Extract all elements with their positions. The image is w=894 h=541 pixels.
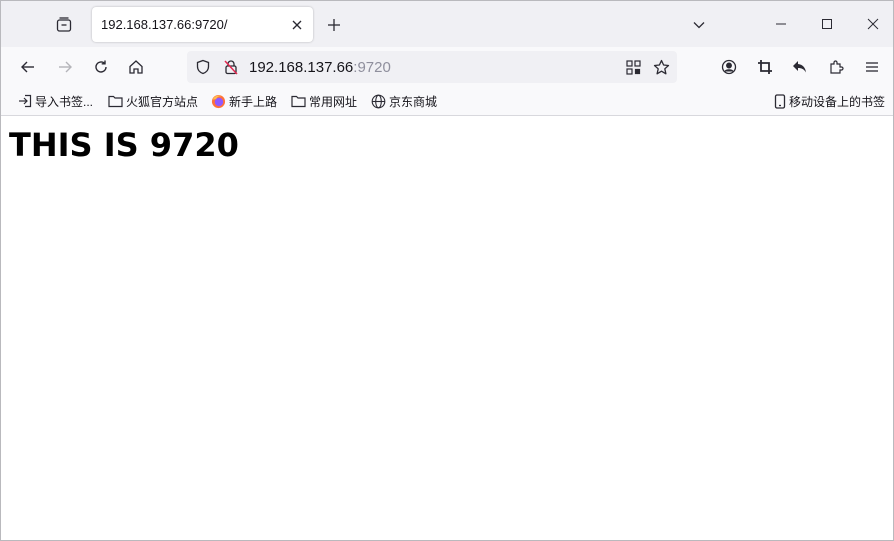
tab-close-button[interactable] (287, 15, 307, 35)
bookmark-folder-firefox-site[interactable]: 火狐官方站点 (108, 92, 198, 110)
undo-close-tab-button[interactable] (789, 56, 811, 78)
puzzle-icon (830, 60, 844, 74)
close-icon (292, 20, 302, 30)
tab-title: 192.168.137.66:9720/ (101, 17, 228, 32)
import-icon (19, 94, 32, 108)
window-close-button[interactable] (856, 9, 890, 39)
account-icon (721, 59, 737, 75)
firefox-icon (211, 94, 226, 108)
url-host: 192.168.137.66 (249, 59, 354, 76)
screenshot-button[interactable] (754, 56, 776, 78)
new-tab-button[interactable] (323, 14, 345, 36)
bookmark-import[interactable]: 导入书签... (18, 92, 93, 110)
browser-window: 192.168.137.66:9720/ 192.168.137.66:9720… (0, 0, 894, 541)
page-heading: THIS IS 9720 (9, 126, 239, 164)
bookmark-label: 火狐官方站点 (126, 94, 199, 109)
close-icon (867, 18, 879, 30)
bookmark-label: 京东商城 (389, 94, 438, 109)
plus-icon (328, 19, 340, 31)
extensions-button[interactable] (826, 56, 848, 78)
site-info-button[interactable] (221, 57, 241, 77)
folder-icon (291, 95, 306, 108)
bookmark-label: 新手上路 (229, 94, 278, 109)
star-icon (653, 59, 669, 74)
list-all-tabs-button[interactable] (688, 14, 710, 36)
qr-code-icon (625, 59, 641, 75)
bookmarks-toolbar: 导入书签... 火狐官方站点 新手上路 常用网址 京东商城 移动设备上的书签 (1, 87, 893, 116)
app-menu-button[interactable] (861, 56, 883, 78)
back-button[interactable] (17, 56, 39, 78)
minimize-icon (776, 23, 786, 25)
chevron-down-icon (693, 22, 705, 29)
hamburger-icon (866, 62, 878, 72)
firefox-view-button[interactable] (53, 14, 75, 36)
shield-icon (196, 59, 210, 75)
folder-icon (108, 95, 123, 108)
arrow-left-icon (21, 61, 34, 73)
maximize-icon (822, 19, 832, 29)
maximize-button[interactable] (810, 9, 844, 39)
mobile-icon (774, 93, 786, 109)
arrow-right-icon (59, 61, 72, 73)
reply-icon (793, 61, 806, 73)
active-tab[interactable]: 192.168.137.66:9720/ (92, 7, 313, 42)
bookmark-star-button[interactable] (651, 57, 671, 77)
minimize-button[interactable] (764, 9, 798, 39)
navigation-toolbar: 192.168.137.66:9720 (1, 47, 893, 87)
bookmark-folder-common-sites[interactable]: 常用网址 (291, 92, 357, 110)
url-text[interactable]: 192.168.137.66:9720 (249, 59, 391, 76)
home-icon (129, 60, 143, 74)
home-button[interactable] (125, 56, 147, 78)
bookmark-label: 常用网址 (309, 94, 358, 109)
url-port: :9720 (353, 59, 391, 76)
forward-button[interactable] (54, 56, 76, 78)
account-button[interactable] (718, 56, 740, 78)
globe-icon (371, 94, 386, 108)
crop-icon (758, 60, 772, 74)
page-content: THIS IS 9720 (1, 116, 893, 540)
bookmark-mobile[interactable]: 移动设备上的书签 (774, 92, 885, 110)
reload-icon (95, 60, 107, 73)
tracking-protection-button[interactable] (193, 57, 213, 77)
tab-strip: 192.168.137.66:9720/ (1, 1, 893, 47)
url-bar[interactable]: 192.168.137.66:9720 (187, 51, 677, 83)
bookmark-getting-started[interactable]: 新手上路 (211, 92, 277, 110)
qr-code-button[interactable] (623, 57, 643, 77)
bookmark-jd-mall[interactable]: 京东商城 (371, 92, 437, 110)
bookmark-label: 导入书签... (35, 94, 94, 109)
insecure-lock-icon (224, 60, 238, 75)
bookmark-label: 移动设备上的书签 (789, 94, 886, 109)
reload-button[interactable] (90, 56, 112, 78)
firefox-view-icon (56, 17, 72, 32)
